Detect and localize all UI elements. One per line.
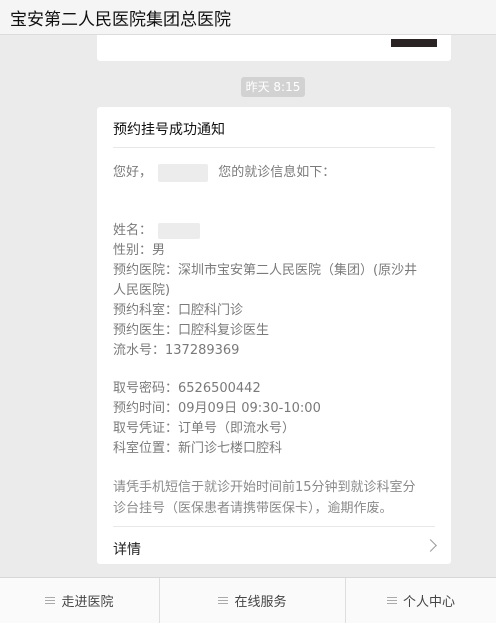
pickup-code-line: 取号密码：6526500442 (113, 381, 261, 396)
menu-item-label: 在线服务 (234, 595, 287, 610)
voucher-line: 取号凭证：订单号（即流水号） (113, 421, 296, 436)
gender-line: 性别：男 (113, 243, 166, 258)
notice-line-2: 诊台挂号（医保患者请携带医保卡），逾期作废。 (113, 501, 393, 516)
greeting-prefix: 您好， (113, 165, 153, 180)
name-line: 姓名： (113, 221, 201, 240)
redacted-name (158, 163, 209, 182)
appointment-notification-card[interactable]: 预约挂号成功通知 您好， 您的就诊信息如下： 姓名： 性别：男 预约医院：深圳市… (97, 107, 451, 564)
greeting-line: 您好， 您的就诊信息如下： (113, 163, 335, 182)
menu-item-label: 走进医院 (61, 595, 114, 610)
message-timestamp: 昨天 8:15 (241, 77, 305, 97)
page-title: 宝安第二人民医院集团总医院 (10, 10, 231, 30)
bottom-menu-bar: 走进医院 在线服务 个人中心 (0, 577, 496, 623)
redacted-patient-name (158, 222, 201, 239)
menu-icon (45, 596, 56, 605)
card-title: 预约挂号成功通知 (113, 122, 225, 138)
menu-item-online-service[interactable]: 在线服务 (160, 578, 345, 623)
menu-icon (218, 596, 229, 605)
previous-message-thumbnail (391, 39, 437, 47)
menu-item-label: 个人中心 (402, 595, 455, 610)
detail-link[interactable]: 详情 (113, 539, 141, 559)
notice-text: 请凭手机短信于就诊开始时间前15分钟到就诊科室分 诊台挂号（医保患者请携带医保卡… (113, 477, 439, 519)
chevron-right-icon[interactable] (424, 539, 437, 552)
greeting-suffix: 您的就诊信息如下： (218, 165, 336, 180)
name-label: 姓名： (113, 223, 153, 238)
previous-message-card[interactable] (97, 35, 451, 61)
menu-item-personal-center[interactable]: 个人中心 (346, 578, 496, 623)
hospital-line-1: 预约医院：深圳市宝安第二人民医院（集团）(原沙井 (113, 263, 418, 278)
location-line: 科室位置：新门诊七楼口腔科 (113, 441, 283, 456)
appointment-time-line: 预约时间：09月09日 09:30-10:00 (113, 401, 321, 416)
card-title-divider (113, 147, 435, 148)
serial-number-line: 流水号：137289369 (113, 343, 240, 358)
doctor-line: 预约医生：口腔科复诊医生 (113, 323, 270, 338)
hospital-line-2: 人民医院) (113, 283, 171, 298)
menu-item-about-hospital[interactable]: 走进医院 (0, 578, 159, 623)
detail-divider (113, 526, 435, 527)
notice-line-1: 请凭手机短信于就诊开始时间前15分钟到就诊科室分 (113, 480, 416, 495)
header-bar: 宝安第二人民医院集团总医院 (0, 0, 496, 35)
menu-icon (386, 596, 397, 605)
department-line: 预约科室：口腔科门诊 (113, 303, 244, 318)
